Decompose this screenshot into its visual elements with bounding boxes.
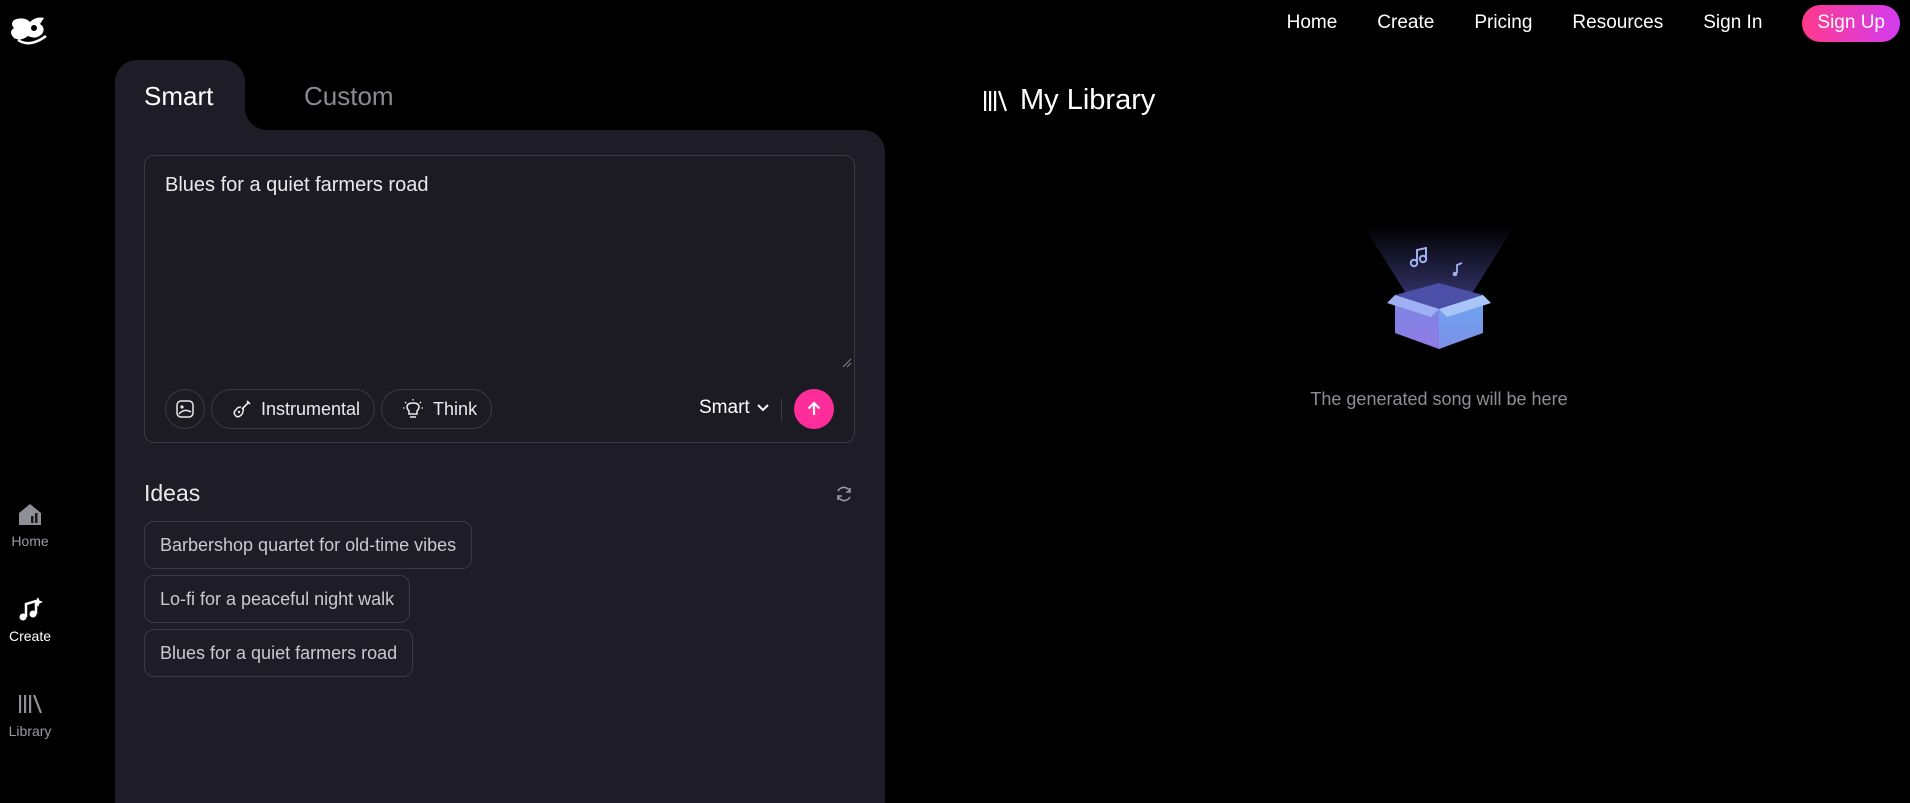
refresh-icon[interactable] xyxy=(834,484,854,504)
logo-icon[interactable] xyxy=(6,14,54,54)
instrumental-label: Instrumental xyxy=(261,398,361,419)
nav-signin-link[interactable]: Sign In xyxy=(1703,12,1762,34)
lightbulb-icon xyxy=(403,399,424,418)
divider xyxy=(781,399,782,421)
signup-button[interactable]: Sign Up xyxy=(1802,4,1900,42)
send-button[interactable] xyxy=(794,389,834,429)
library-icon xyxy=(19,694,43,714)
think-label: Think xyxy=(433,398,478,419)
sidebar-item-label: Home xyxy=(11,533,49,549)
idea-chip[interactable]: Lo-fi for a peaceful night walk xyxy=(144,575,411,623)
nav-create-link[interactable]: Create xyxy=(1377,12,1434,34)
nav-pricing-link[interactable]: Pricing xyxy=(1474,12,1532,34)
image-upload-button[interactable] xyxy=(165,389,205,429)
idea-chip[interactable]: Barbershop quartet for old-time vibes xyxy=(144,521,473,569)
prompt-input[interactable] xyxy=(165,174,825,364)
resize-grip-icon[interactable] xyxy=(842,358,852,368)
instrumental-toggle[interactable]: Instrumental xyxy=(211,389,376,429)
top-navigation: Home Create Pricing Resources Sign In Si… xyxy=(0,0,1910,46)
tab-corner xyxy=(245,100,275,130)
ideas-heading: Ideas xyxy=(144,480,201,506)
image-icon xyxy=(176,400,194,418)
arrow-up-icon xyxy=(807,401,821,415)
library-empty-message: The generated song will be here xyxy=(1310,389,1568,409)
empty-box-icon xyxy=(1363,225,1515,349)
mode-label: Smart xyxy=(699,397,750,418)
nav-home-link[interactable]: Home xyxy=(1287,12,1338,34)
sidebar-item-home[interactable]: Home xyxy=(0,500,60,549)
nav-links: Home Create Pricing Resources Sign In Si… xyxy=(1287,4,1900,42)
tab-smart[interactable]: Smart xyxy=(115,60,245,130)
sidebar-item-label: Library xyxy=(8,723,52,739)
idea-chip[interactable]: Blues for a quiet farmers road xyxy=(144,629,414,677)
sidebar-item-create[interactable]: Create xyxy=(0,595,60,644)
mode-tabs: Smart Custom xyxy=(115,60,885,130)
library-heading: My Library xyxy=(982,84,1155,117)
prompt-tools: Instrumental Think xyxy=(165,389,493,429)
guitar-icon xyxy=(233,400,251,418)
create-panel: Instrumental Think Smart Ideas xyxy=(115,130,885,803)
sidebar-item-label: Create xyxy=(8,628,52,644)
nav-resources-link[interactable]: Resources xyxy=(1572,12,1663,34)
library-icon xyxy=(984,90,1008,111)
prompt-box: Instrumental Think Smart xyxy=(144,155,855,443)
sidebar-item-library[interactable]: Library xyxy=(0,690,60,739)
library-title: My Library xyxy=(1020,84,1156,116)
mode-dropdown[interactable]: Smart xyxy=(699,397,770,419)
home-icon xyxy=(19,504,41,525)
think-toggle[interactable]: Think xyxy=(381,389,493,429)
music-note-sparkle-icon xyxy=(19,597,43,621)
ideas-list: Barbershop quartet for old-time vibes Lo… xyxy=(144,521,473,683)
chevron-down-icon xyxy=(756,404,769,412)
tab-custom[interactable]: Custom xyxy=(304,81,394,112)
